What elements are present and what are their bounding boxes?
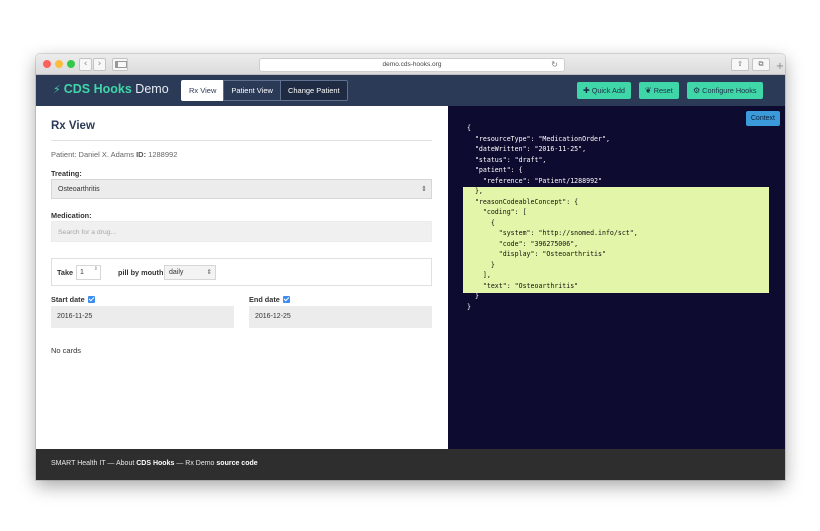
divider <box>51 140 432 141</box>
end-date-text: End date <box>249 295 280 304</box>
gear-icon: ⚙ <box>693 86 701 95</box>
footer: SMART Health IT — About CDS Hooks — Rx D… <box>36 449 785 480</box>
url-text: demo.cds-hooks.org <box>382 61 442 68</box>
json-line: "system": "http://snomed.info/sct", <box>467 229 638 237</box>
leaf-icon: ❦ <box>645 86 652 95</box>
new-tab-icon[interactable]: + <box>775 60 785 74</box>
frequency-value: daily <box>169 269 184 276</box>
frequency-select[interactable]: daily ⇕ <box>164 265 216 280</box>
tab-patient-view[interactable]: Patient View <box>223 80 281 101</box>
footer-rx-demo: Rx Demo <box>185 460 215 467</box>
brand-name: CDS Hooks <box>63 82 132 96</box>
rx-view-panel: Rx View Patient: Daniel X. Adams ID: 128… <box>36 106 448 449</box>
json-line: "code": "396275006", <box>467 239 579 248</box>
close-window-icon[interactable] <box>43 60 51 68</box>
start-date-label: Start date <box>51 295 95 304</box>
json-line: } <box>467 302 471 311</box>
tab-rx-view[interactable]: Rx View <box>181 80 225 101</box>
json-line: "text": "Osteoarthritis" <box>467 281 579 290</box>
reset-button[interactable]: ❦ Reset <box>639 82 679 99</box>
back-icon[interactable]: ‹ <box>79 58 92 71</box>
json-line: ], <box>467 271 491 279</box>
footer-source-code-link[interactable]: source code <box>216 460 257 467</box>
json-line: "patient": { <box>467 166 523 174</box>
medication-search-input[interactable]: Search for a drug... <box>51 221 432 242</box>
patient-info: Patient: Daniel X. Adams ID: 1288992 <box>51 150 177 159</box>
footer-separator: — <box>107 460 115 467</box>
json-line: "dateWritten": "2016-11-25", <box>467 145 587 153</box>
json-line: "reasonCodeableConcept": { <box>467 197 579 206</box>
brand-suffix: Demo <box>135 82 169 96</box>
patient-name: Daniel X. Adams <box>78 150 134 159</box>
pill-label: pill by mouth <box>118 268 164 277</box>
brand[interactable]: ⚡ CDS Hooks Demo <box>53 82 169 96</box>
reset-label: Reset <box>653 86 673 95</box>
view-tabs: Rx View Patient View Change Patient <box>181 80 348 101</box>
json-line: "coding": [ <box>467 208 527 216</box>
start-date-field[interactable]: 2016-11-25 <box>51 306 234 328</box>
browser-window: ‹ › demo.cds-hooks.org ↻ ⇧ ⧉ + ⚡ CDS Hook… <box>36 54 785 480</box>
treating-select[interactable]: Osteoarthritis ⇕ <box>51 179 432 199</box>
json-line: } <box>467 292 479 300</box>
treating-label: Treating: <box>51 169 82 178</box>
select-arrows-icon: ⇕ <box>421 185 427 193</box>
tab-change-patient[interactable]: Change Patient <box>279 80 348 101</box>
json-line: } <box>467 260 495 269</box>
footer-about[interactable]: About <box>116 460 134 467</box>
end-date-field[interactable]: 2016-12-25 <box>249 306 432 328</box>
medication-label: Medication: <box>51 211 92 220</box>
stepper-arrows-icon[interactable]: ⇕ <box>94 266 98 273</box>
minimize-window-icon[interactable] <box>55 60 63 68</box>
treating-value: Osteoarthritis <box>58 186 100 193</box>
bolt-icon: ⚡ <box>53 83 61 96</box>
start-date-checkbox[interactable] <box>87 295 95 303</box>
id-label: ID: <box>136 150 147 159</box>
take-quantity-value: 1 <box>80 269 84 276</box>
browser-toolbar: ‹ › demo.cds-hooks.org ↻ ⇧ ⧉ + <box>36 54 785 75</box>
reload-icon[interactable]: ↻ <box>551 59 558 71</box>
select-arrows-icon: ⇕ <box>206 268 212 276</box>
address-bar[interactable]: demo.cds-hooks.org ↻ <box>259 58 565 72</box>
patient-id: 1288992 <box>148 150 178 159</box>
json-line: { <box>467 218 495 227</box>
json-line: "reference": "Patient/1288992" <box>467 176 602 185</box>
context-json: { "resourceType": "MedicationOrder", "da… <box>467 123 638 312</box>
json-line: "resourceType": "MedicationOrder", <box>467 134 610 143</box>
footer-separator: — <box>176 460 184 467</box>
start-date-text: Start date <box>51 295 85 304</box>
take-label: Take <box>57 268 74 277</box>
configure-hooks-label: Configure Hooks <box>702 86 757 95</box>
zoom-window-icon[interactable] <box>67 60 75 68</box>
no-cards-text: No cards <box>51 346 82 355</box>
forward-icon[interactable]: › <box>93 58 106 71</box>
footer-text: SMART Health IT — About CDS Hooks — Rx D… <box>51 460 258 467</box>
page-title: Rx View <box>51 120 95 132</box>
patient-label: Patient: <box>51 150 77 159</box>
end-date-checkbox[interactable] <box>282 295 290 303</box>
json-line: { <box>467 124 471 132</box>
quick-add-button[interactable]: ✚ Quick Add <box>577 82 631 99</box>
context-panel: Context { "resourceType": "MedicationOrd… <box>448 106 785 449</box>
context-button[interactable]: Context <box>745 111 780 126</box>
app-navbar: ⚡ CDS Hooks Demo Rx View Patient View Cha… <box>36 75 785 106</box>
quick-add-label: Quick Add <box>591 86 625 95</box>
take-quantity-stepper[interactable]: 1 ⇕ <box>76 265 101 280</box>
configure-hooks-button[interactable]: ⚙ Configure Hooks <box>687 82 763 99</box>
sidebar-icon[interactable] <box>112 58 128 71</box>
tabs-overview-icon[interactable]: ⧉ <box>752 58 770 71</box>
dosage-row: Take 1 ⇕ pill by mouth daily ⇕ <box>51 258 432 286</box>
json-line: }, <box>467 187 483 195</box>
share-icon[interactable]: ⇧ <box>731 58 749 71</box>
json-line: "status": "draft", <box>467 155 547 164</box>
footer-cds-hooks-link[interactable]: CDS Hooks <box>136 460 174 467</box>
plus-icon: ✚ <box>583 86 590 95</box>
footer-org[interactable]: SMART Health IT <box>51 460 105 467</box>
end-date-label: End date <box>249 295 290 304</box>
json-line: "display": "Osteoarthritis" <box>467 250 606 258</box>
